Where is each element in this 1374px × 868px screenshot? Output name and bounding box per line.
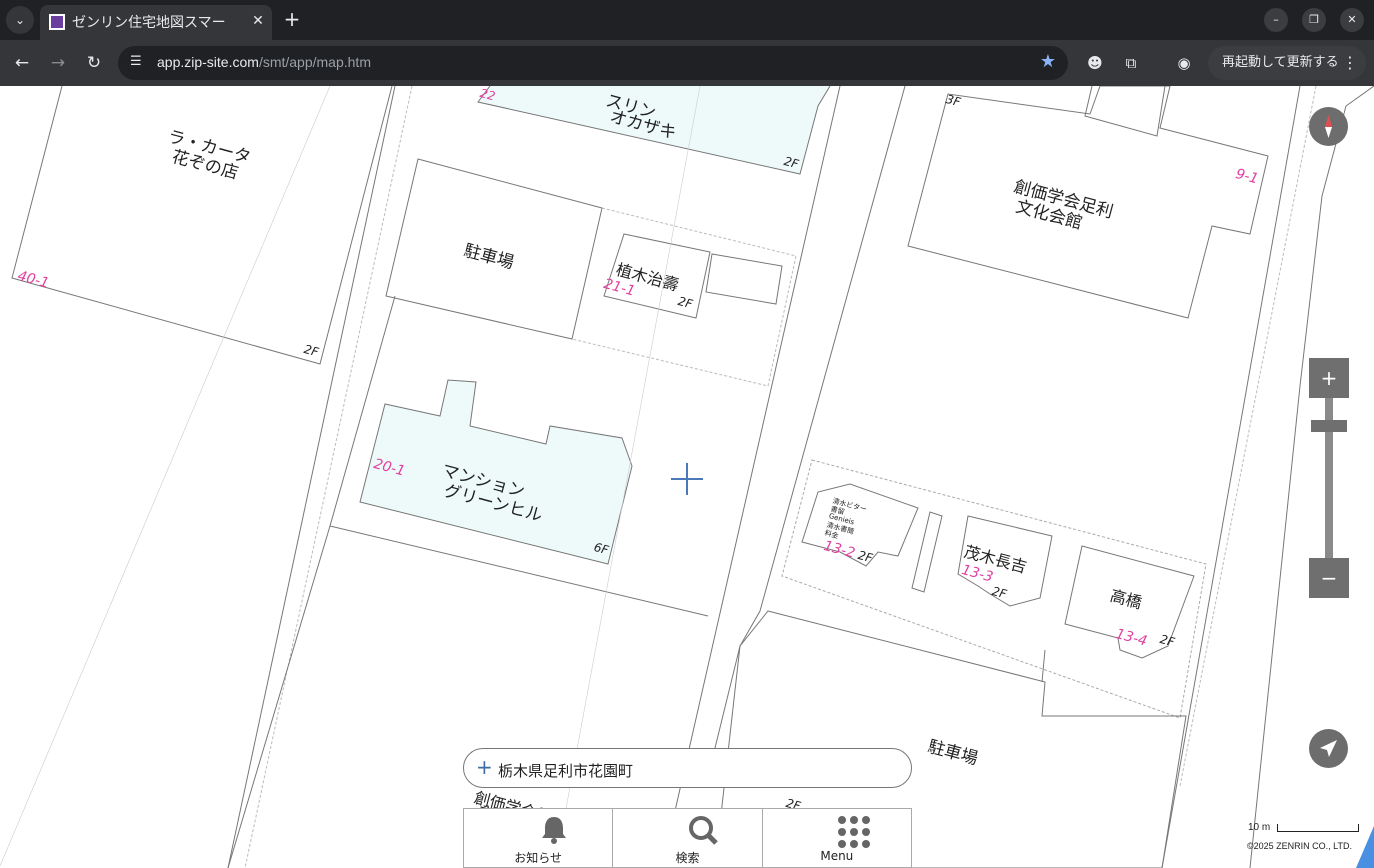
- compass-north-icon[interactable]: [1309, 107, 1348, 146]
- browser-toolbar: ← → ↻ ☰ app.zip-site.com/smt/app/map.htm…: [0, 40, 1374, 86]
- water-stripe: [1356, 826, 1374, 868]
- window-close-button[interactable]: ✕: [1340, 8, 1364, 32]
- bookmark-star-icon[interactable]: ★: [1040, 51, 1056, 72]
- browser-menu-icon[interactable]: ⋮: [1342, 46, 1358, 80]
- profile-icon[interactable]: ◉: [1173, 52, 1195, 74]
- extensions-puzzle-icon[interactable]: ⧉: [1120, 52, 1142, 74]
- zoom-out-button[interactable]: −: [1309, 558, 1349, 598]
- reload-icon[interactable]: ↻: [81, 50, 107, 76]
- window-minimize-button[interactable]: –: [1264, 8, 1288, 32]
- address-bar[interactable]: ☰ app.zip-site.com/smt/app/map.htm ★: [118, 46, 1068, 80]
- building-la-carta: [11, 86, 393, 365]
- window-restore-button[interactable]: ❐: [1302, 8, 1326, 32]
- nav-notifications[interactable]: お知らせ: [464, 809, 614, 867]
- parcel-line: [1041, 649, 1046, 683]
- address-search-bar[interactable]: + 栃木県足利市花園町: [463, 748, 912, 788]
- address-text: 栃木県足利市花園町: [498, 762, 634, 780]
- tab-list-chevron-icon[interactable]: ⌄: [6, 6, 34, 34]
- browser-tab-strip: ⌄ ゼンリン住宅地図スマー ✕ + – ❐ ✕: [0, 0, 1374, 40]
- bottom-navigation: お知らせ 検索 Menu: [463, 808, 912, 868]
- relaunch-label: 再起動して更新する: [1222, 55, 1339, 70]
- extension-avatar-icon[interactable]: ☻: [1084, 52, 1106, 74]
- building-slot: [911, 511, 943, 593]
- nav-search-label: 検索: [675, 851, 700, 865]
- nav-search[interactable]: 検索: [613, 809, 763, 867]
- scale-label: 10 m: [1248, 822, 1271, 833]
- browser-tab[interactable]: ゼンリン住宅地図スマー ✕: [40, 5, 272, 40]
- nav-menu[interactable]: Menu: [763, 809, 911, 867]
- url-host: app.zip-site.com: [157, 54, 259, 70]
- road-center: [0, 86, 331, 867]
- tab-close-icon[interactable]: ✕: [248, 11, 268, 31]
- parcel-line: [227, 525, 331, 868]
- compass-needle-icon: [1325, 115, 1332, 138]
- url-text: app.zip-site.com/smt/app/map.htm: [157, 54, 371, 70]
- zenrin-favicon-icon: [49, 14, 65, 30]
- url-path: /smt/app/map.htm: [258, 54, 371, 70]
- current-location-button[interactable]: [1309, 729, 1348, 768]
- site-info-icon[interactable]: ☰: [130, 54, 146, 70]
- address-plus-icon[interactable]: +: [476, 755, 493, 779]
- back-arrow-icon[interactable]: ←: [9, 50, 35, 76]
- nav-menu-label: Menu: [820, 849, 854, 863]
- forward-arrow-icon[interactable]: →: [45, 50, 71, 76]
- road-edge: [1179, 86, 1317, 787]
- road-edge: [714, 86, 906, 749]
- new-tab-button[interactable]: +: [282, 8, 302, 30]
- copyright-text: ©2025 ZENRIN CO., LTD.: [1247, 841, 1352, 851]
- location-arrow-icon: [1320, 740, 1337, 757]
- map-canvas[interactable]: ラ・カータ 花ぞの店 スリン オカザキ 駐車場 植木治壽 創価学会足利 文化会館…: [0, 86, 1374, 868]
- scale-bar: [1277, 824, 1359, 832]
- building-annex: [705, 253, 783, 305]
- relaunch-update-button[interactable]: 再起動して更新する ⋮: [1208, 46, 1366, 80]
- road-edge: [1161, 86, 1301, 868]
- nav-notifications-label: お知らせ: [514, 851, 563, 865]
- zoom-slider-thumb[interactable]: [1311, 420, 1347, 432]
- zoom-in-button[interactable]: +: [1309, 358, 1349, 398]
- tab-title: ゼンリン住宅地図スマー: [72, 15, 226, 31]
- center-crosshair: [671, 463, 703, 495]
